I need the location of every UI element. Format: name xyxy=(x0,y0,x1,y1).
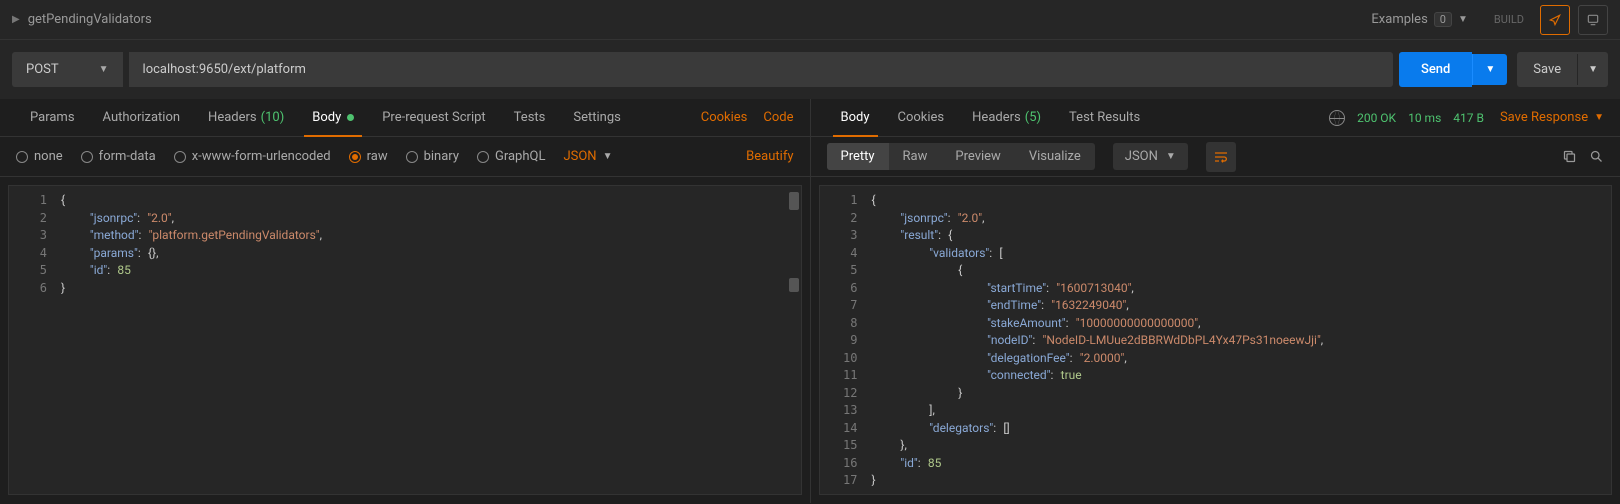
chevron-right-icon: ▶ xyxy=(12,14,20,25)
status-code: 200 OK xyxy=(1357,111,1396,125)
tab-body[interactable]: Body xyxy=(298,99,368,136)
tab-headers-label: Headers xyxy=(208,110,257,125)
comments-button[interactable] xyxy=(1540,5,1570,35)
tab-response-body[interactable]: Body xyxy=(827,99,884,136)
request-name: getPendingValidators xyxy=(28,12,152,27)
response-body-viewer[interactable]: 1234567891011121314151617 { "jsonrpc": "… xyxy=(819,185,1613,495)
response-tabs: Body Cookies Headers (5) Test Results 20… xyxy=(811,99,1620,137)
chevron-down-icon: ▼ xyxy=(1458,14,1468,25)
wrap-lines-button[interactable] xyxy=(1206,142,1236,172)
view-raw[interactable]: Raw xyxy=(889,143,942,170)
examples-dropdown[interactable]: Examples 0 ▼ xyxy=(1361,8,1477,31)
examples-label: Examples xyxy=(1371,12,1427,27)
save-response-dropdown[interactable]: Save Response ▼ xyxy=(1500,110,1604,125)
examples-count: 0 xyxy=(1434,12,1452,27)
tab-response-test-results[interactable]: Test Results xyxy=(1055,99,1154,136)
response-view-bar: Pretty Raw Preview Visualize JSON ▼ xyxy=(811,137,1620,177)
tab-prerequest[interactable]: Pre-request Script xyxy=(368,99,499,136)
chevron-down-icon: ▼ xyxy=(603,151,613,162)
chevron-down-icon: ▼ xyxy=(1166,151,1176,162)
tab-settings[interactable]: Settings xyxy=(559,99,634,136)
unsaved-dot-icon xyxy=(347,114,354,121)
http-method-value: POST xyxy=(26,62,59,77)
url-input[interactable] xyxy=(129,52,1393,87)
globe-icon[interactable] xyxy=(1329,110,1345,126)
request-pane: Params Authorization Headers (10) Body P… xyxy=(0,99,811,503)
view-visualize[interactable]: Visualize xyxy=(1015,143,1095,170)
send-button-group: Send ▼ xyxy=(1399,52,1507,87)
tab-params[interactable]: Params xyxy=(16,99,89,136)
code-link[interactable]: Code xyxy=(763,110,793,125)
view-pretty[interactable]: Pretty xyxy=(827,143,889,170)
body-type-graphql[interactable]: GraphQL xyxy=(477,149,545,164)
body-type-xwww[interactable]: x-www-form-urlencoded xyxy=(174,149,331,164)
url-bar: POST ▼ Send ▼ Save ▼ xyxy=(0,40,1620,99)
status-time: 10 ms xyxy=(1408,111,1441,125)
chevron-down-icon: ▼ xyxy=(99,64,109,75)
send-button[interactable]: Send xyxy=(1399,52,1472,87)
request-body-editor[interactable]: 123456 { "jsonrpc": "2.0", "method": "pl… xyxy=(8,185,802,495)
tab-response-cookies[interactable]: Cookies xyxy=(884,99,959,136)
tab-body-label: Body xyxy=(312,110,341,125)
tab-response-headers[interactable]: Headers (5) xyxy=(958,99,1055,136)
response-format-select[interactable]: JSON ▼ xyxy=(1113,143,1188,170)
http-method-select[interactable]: POST ▼ xyxy=(12,52,123,87)
body-type-bar: none form-data x-www-form-urlencoded raw… xyxy=(0,137,810,177)
body-type-raw[interactable]: raw xyxy=(349,149,388,164)
chevron-down-icon: ▼ xyxy=(1594,112,1604,123)
save-dropdown[interactable]: ▼ xyxy=(1577,54,1608,85)
send-dropdown[interactable]: ▼ xyxy=(1472,54,1507,85)
body-type-none[interactable]: none xyxy=(16,149,63,164)
tab-headers-count: (10) xyxy=(261,110,285,125)
save-button[interactable]: Save xyxy=(1517,52,1577,87)
top-bar: ▶ getPendingValidators Examples 0 ▼ BUIL… xyxy=(0,0,1620,40)
response-pane: Body Cookies Headers (5) Test Results 20… xyxy=(811,99,1620,503)
status-size: 417 B xyxy=(1453,111,1484,125)
save-button-group: Save ▼ xyxy=(1517,52,1608,87)
tab-tests[interactable]: Tests xyxy=(500,99,560,136)
tab-authorization[interactable]: Authorization xyxy=(89,99,195,136)
breadcrumb[interactable]: ▶ getPendingValidators xyxy=(12,12,152,27)
search-response-icon[interactable] xyxy=(1589,149,1604,164)
beautify-link[interactable]: Beautify xyxy=(746,149,793,164)
content-type-select[interactable]: JSON ▼ xyxy=(563,149,612,164)
body-type-form-data[interactable]: form-data xyxy=(81,149,156,164)
cookies-link[interactable]: Cookies xyxy=(701,110,748,125)
view-preview[interactable]: Preview xyxy=(941,143,1014,170)
view-mode-pills: Pretty Raw Preview Visualize xyxy=(827,143,1095,170)
tab-headers[interactable]: Headers (10) xyxy=(194,99,298,136)
copy-response-icon[interactable] xyxy=(1562,149,1577,164)
build-label: BUILD xyxy=(1486,13,1532,26)
info-button[interactable] xyxy=(1578,5,1608,35)
body-type-binary[interactable]: binary xyxy=(406,149,459,164)
request-tabs: Params Authorization Headers (10) Body P… xyxy=(0,99,810,137)
